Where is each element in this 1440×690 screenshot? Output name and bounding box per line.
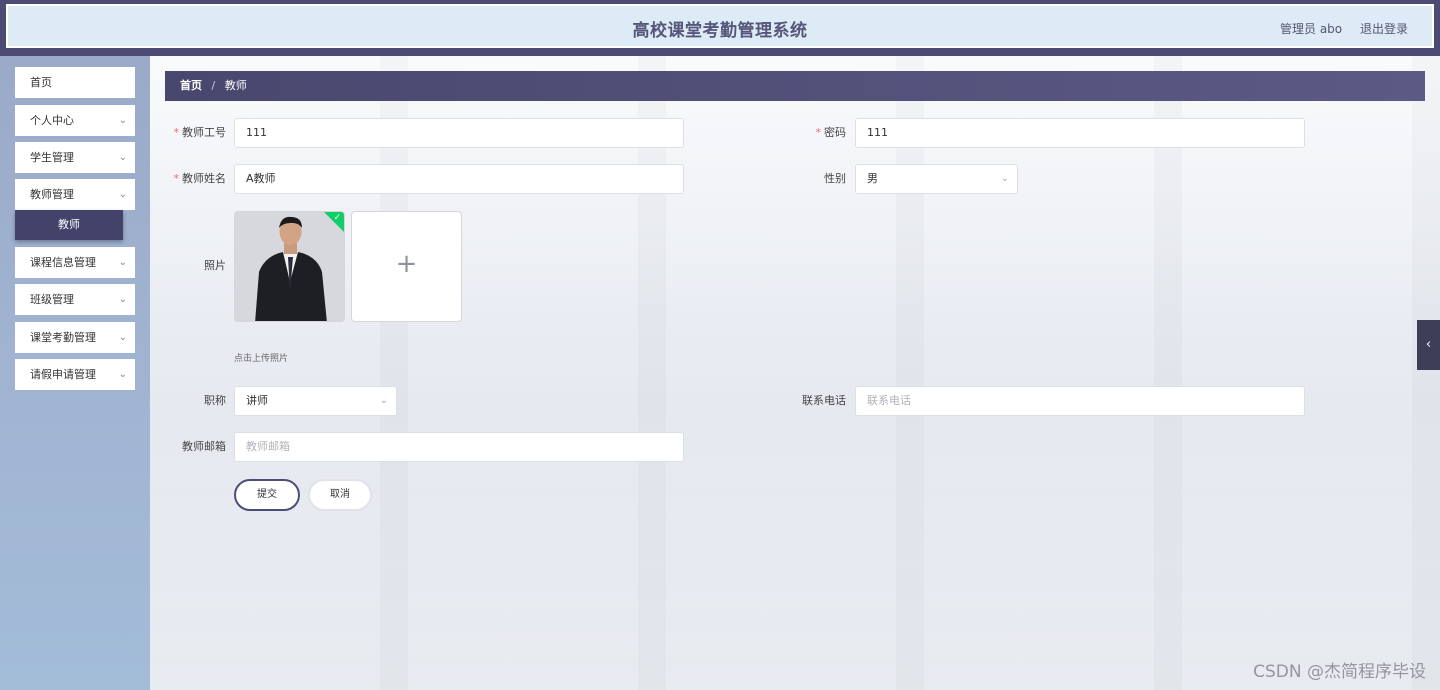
required-mark: *: [173, 126, 180, 139]
upload-hint: 点击上传照片: [234, 354, 289, 364]
teacher-id-input[interactable]: 111: [234, 118, 684, 148]
sidebar-item-attendance-management[interactable]: 课堂考勤管理 ⌄: [15, 322, 135, 353]
header-actions: 管理员 abo 退出登录: [1266, 20, 1408, 37]
sidebar-item-label: 请假申请管理: [30, 368, 96, 381]
gender-label: 性别: [824, 172, 846, 185]
chevron-left-icon[interactable]: ‹: [1417, 320, 1440, 370]
photo-upload-button[interactable]: +: [351, 211, 462, 322]
chevron-down-icon: ⌄: [118, 257, 127, 268]
chevron-down-icon: ⌄: [118, 152, 127, 163]
required-mark: *: [173, 172, 180, 185]
teacher-photo[interactable]: ✓: [234, 211, 345, 322]
sidebar-item-label: 首页: [30, 76, 52, 89]
chevron-down-icon: ⌄: [118, 294, 127, 305]
sidebar-item-label: 课堂考勤管理: [30, 331, 96, 344]
watermark: CSDN @杰简程序毕设: [1253, 662, 1426, 682]
submit-button[interactable]: 提交: [234, 479, 300, 511]
sidebar: 首页 个人中心 ⌄ 学生管理 ⌄ 教师管理 ⌄ 教师 课程信息管理 ⌄ 班级管理…: [0, 56, 150, 690]
breadcrumb-home[interactable]: 首页: [180, 79, 202, 92]
gender-select[interactable]: 男 ⌄: [855, 164, 1018, 194]
phone-input[interactable]: 联系电话: [855, 386, 1305, 416]
teacher-name-input[interactable]: A教师: [234, 164, 684, 194]
sidebar-item-label: 课程信息管理: [30, 256, 96, 269]
gender-value: 男: [867, 172, 878, 185]
top-bar: 高校课堂考勤管理系统 管理员 abo 退出登录: [0, 0, 1440, 56]
main-content: 首页 / 教师 * 教师工号 111 * 密码 111 * 教师姓名 A教师 性别 男…: [150, 56, 1440, 690]
title-select[interactable]: 讲师 ⌄: [234, 386, 397, 416]
plus-icon: +: [395, 249, 418, 279]
teacher-name-label: * 教师姓名: [173, 172, 227, 185]
sidebar-item-label: 班级管理: [30, 293, 74, 306]
breadcrumb: 首页 / 教师: [165, 71, 1425, 101]
title-value: 讲师: [246, 394, 268, 407]
chevron-down-icon: ⌄: [118, 332, 127, 343]
logout-button[interactable]: 退出登录: [1360, 22, 1408, 36]
breadcrumb-current: 教师: [224, 79, 247, 92]
sidebar-item-personal-center[interactable]: 个人中心 ⌄: [15, 105, 135, 136]
photo-label: 照片: [204, 259, 226, 272]
password-label: * 密码: [815, 126, 847, 139]
sidebar-item-teacher-management[interactable]: 教师管理 ⌄: [15, 179, 135, 210]
check-icon: ✓: [333, 213, 341, 223]
sidebar-item-home[interactable]: 首页: [15, 67, 135, 98]
email-label: 教师邮箱: [182, 440, 226, 453]
chevron-down-icon: ⌄: [1000, 173, 1009, 184]
sidebar-item-student-management[interactable]: 学生管理 ⌄: [15, 142, 135, 173]
app-title: 高校课堂考勤管理系统: [632, 21, 808, 41]
user-label[interactable]: 管理员 abo: [1280, 22, 1342, 36]
sidebar-item-label: 个人中心: [30, 114, 74, 127]
header-panel: 高校课堂考勤管理系统 管理员 abo 退出登录: [6, 4, 1434, 48]
email-input[interactable]: 教师邮箱: [234, 432, 684, 462]
sidebar-subitem-teacher[interactable]: 教师: [15, 210, 123, 240]
breadcrumb-separator: /: [211, 79, 216, 92]
phone-label: 联系电话: [802, 394, 846, 407]
cancel-button[interactable]: 取消: [308, 479, 372, 511]
required-mark: *: [815, 126, 822, 139]
sidebar-item-leave-management[interactable]: 请假申请管理 ⌄: [15, 359, 135, 390]
sidebar-item-label: 学生管理: [30, 151, 74, 164]
teacher-id-label: * 教师工号: [173, 126, 227, 139]
sidebar-item-course-info[interactable]: 课程信息管理 ⌄: [15, 247, 135, 278]
chevron-down-icon: ⌄: [118, 369, 127, 380]
sidebar-item-class-management[interactable]: 班级管理 ⌄: [15, 284, 135, 315]
chevron-down-icon: ⌄: [379, 395, 388, 406]
title-label: 职称: [204, 394, 226, 407]
chevron-down-icon: ⌄: [118, 115, 127, 126]
chevron-down-icon: ⌄: [118, 189, 127, 200]
password-input[interactable]: 111: [855, 118, 1305, 148]
sidebar-item-label: 教师管理: [30, 188, 74, 201]
